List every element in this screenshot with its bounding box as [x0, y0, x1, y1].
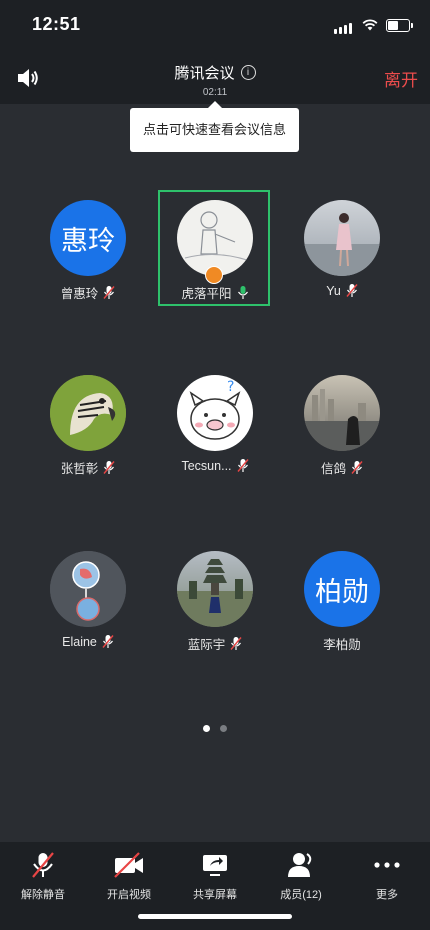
mic-muted-icon [103, 286, 115, 299]
page-dot[interactable] [220, 725, 227, 732]
avatar [50, 375, 126, 451]
cartoon-pig-image: ? [189, 379, 241, 440]
avatar [50, 551, 126, 627]
members-label: 成员(12) [280, 889, 322, 901]
participant-tile[interactable]: Elaine [28, 551, 148, 661]
mic-muted-icon [103, 461, 115, 474]
participant-name: 信鸽 [320, 462, 346, 476]
unmute-button[interactable]: 解除静音 [0, 850, 86, 902]
participant-tile[interactable]: 张哲彰 [28, 375, 148, 485]
participant-name: 张哲彰 [60, 462, 99, 476]
parrot-image [50, 375, 126, 451]
participant-tile[interactable]: 柏勋 李柏勋 [282, 551, 402, 661]
avatar [177, 200, 253, 276]
participant-tile[interactable]: Yu [282, 200, 402, 310]
participant-tile[interactable]: 蓝际宇 [155, 551, 275, 661]
start-video-button[interactable]: 开启视频 [86, 850, 172, 902]
mic-muted-icon [102, 635, 114, 648]
city-view-image [304, 389, 380, 451]
more-label: 更多 [376, 889, 398, 901]
meeting-header: 腾讯会议 i 02:11 离开 [0, 50, 430, 104]
meeting-info-tooltip[interactable]: 点击可快速查看会议信息 [130, 101, 299, 152]
photo-person-image [304, 213, 380, 276]
mic-muted-icon [346, 284, 358, 297]
more-icon [374, 862, 400, 868]
page-dot-active[interactable] [203, 725, 210, 732]
members-button[interactable]: 成员(12) [258, 850, 344, 902]
avatar [304, 200, 380, 276]
participant-name: Elaine [62, 634, 97, 649]
globe-drawing-image [50, 551, 126, 627]
home-indicator[interactable] [138, 914, 292, 919]
participant-name: 曾惠玲 [60, 287, 99, 301]
members-icon [288, 853, 312, 877]
participant-name: 虎落平阳 [181, 287, 232, 301]
participant-tile[interactable]: 信鸽 [282, 375, 402, 485]
participant-name: Yu [326, 283, 341, 298]
leave-button[interactable]: 离开 [384, 66, 418, 91]
battery-icon [386, 18, 413, 32]
avatar: ? [177, 375, 253, 451]
more-button[interactable]: 更多 [344, 850, 430, 902]
participant-name: 李柏勋 [323, 638, 361, 652]
wifi-icon [362, 19, 378, 31]
meeting-title-area[interactable]: 腾讯会议 i 02:11 [0, 62, 430, 98]
avatar [177, 551, 253, 627]
signal-icon [334, 16, 354, 34]
avatar [304, 375, 380, 451]
clock: 12:51 [32, 14, 81, 34]
host-badge-icon [205, 266, 223, 284]
mic-off-icon [32, 852, 54, 878]
pagoda-photo-image [177, 559, 253, 627]
mic-muted-icon [236, 459, 249, 472]
avatar: 惠玲 [50, 200, 126, 276]
share-screen-icon [203, 855, 227, 876]
participant-name: Tecsun... [181, 458, 232, 473]
page-indicator[interactable] [0, 725, 430, 732]
mic-muted-icon [351, 461, 363, 474]
info-icon[interactable]: i [240, 65, 256, 80]
participant-tile[interactable]: ? Tecsun... [155, 375, 275, 485]
participant-tile[interactable]: 惠玲 曾惠玲 [28, 200, 148, 310]
share-screen-label: 共享屏幕 [193, 889, 237, 901]
share-screen-button[interactable]: 共享屏幕 [172, 850, 258, 902]
meeting-title: 腾讯会议 [174, 65, 235, 82]
participant-name: 蓝际宇 [187, 638, 226, 652]
sketch-figure-image [184, 211, 248, 261]
mic-speaking-icon [237, 286, 248, 299]
status-icons [334, 16, 413, 34]
meeting-duration: 02:11 [202, 87, 228, 98]
participant-tile[interactable]: 虎落平阳 [155, 200, 275, 310]
video-off-icon [114, 852, 143, 878]
svg-text:?: ? [227, 379, 234, 395]
avatar: 柏勋 [304, 551, 380, 627]
mic-muted-icon [230, 637, 242, 650]
start-video-label: 开启视频 [107, 889, 151, 901]
unmute-label: 解除静音 [21, 889, 65, 901]
status-bar: 12:51 [0, 0, 430, 50]
